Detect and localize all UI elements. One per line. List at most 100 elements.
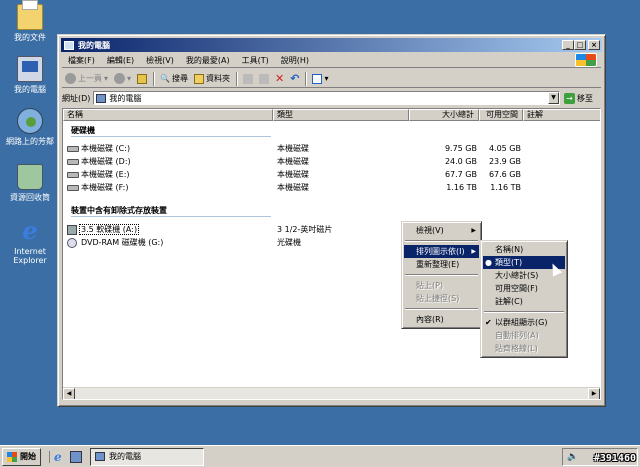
group-header-removable: 裝置中含有卸除式存放裝置: [71, 206, 167, 215]
desktop-icon-my-documents[interactable]: 我的文件: [0, 0, 60, 42]
item-free: 67.6 GB: [488, 170, 521, 179]
my-documents-icon: [17, 0, 43, 30]
context-menu-item-properties[interactable]: 內容(R): [404, 313, 479, 326]
folders-button[interactable]: 資料夾: [191, 73, 233, 84]
group-header-hard-disks: 硬碟機: [71, 126, 95, 135]
menu-separator: [405, 308, 478, 310]
menu-tools[interactable]: 工具(T): [236, 55, 275, 66]
maximize-button[interactable]: □: [574, 40, 586, 50]
menu-item-label: 排列圖示依(I): [416, 247, 465, 256]
chevron-down-icon: ▾: [104, 74, 109, 83]
menu-item-label: 貼上(P): [416, 281, 444, 290]
horizontal-scrollbar[interactable]: ◀ ▶: [63, 387, 600, 399]
submenu-item-auto-arrange[interactable]: 自動排列(A): [483, 329, 565, 342]
delete-button[interactable]: ✕: [272, 72, 287, 85]
toolbar: 上一頁 ▾ ▾ 🔍 搜尋 資料夾 ✕ ↶ ▾: [62, 70, 601, 88]
chevron-right-icon: ▶: [471, 248, 476, 255]
submenu-item-name[interactable]: 名稱(N): [483, 243, 565, 256]
item-type: 3 1/2-英吋磁片: [277, 225, 333, 234]
desktop-icon-recycle-bin[interactable]: 資源回收筒: [0, 164, 60, 202]
up-folder-icon: [137, 73, 148, 84]
minimize-button[interactable]: _: [562, 40, 574, 50]
toolbar-separator: [153, 71, 155, 86]
menu-item-label: 自動排列(A): [495, 331, 539, 340]
submenu-item-comment[interactable]: 註解(C): [483, 295, 565, 308]
desktop-icon-ie[interactable]: e Internet Explorer: [0, 218, 60, 266]
context-menu-item-refresh[interactable]: 重新整理(E): [404, 258, 479, 271]
forward-arrow-icon: [114, 73, 126, 84]
submenu-item-show-in-groups[interactable]: ✔ 以群組顯示(G): [483, 316, 565, 329]
menu-separator: [405, 274, 478, 276]
item-total: 24.0 GB: [444, 157, 477, 166]
menu-item-label: 內容(R): [416, 315, 444, 324]
column-header-total-size[interactable]: 大小總計: [409, 109, 479, 121]
menu-view[interactable]: 檢視(V): [140, 55, 180, 66]
column-header-type[interactable]: 類型: [273, 109, 409, 121]
close-button[interactable]: ×: [588, 40, 600, 50]
hard-disk-icon: [67, 146, 79, 152]
context-menu-item-view[interactable]: 檢視(V) ▶: [404, 224, 479, 237]
item-name: DVD-RAM 磁碟機 (G:): [81, 238, 164, 247]
forward-button[interactable]: ▾: [111, 73, 134, 84]
back-button[interactable]: 上一頁 ▾: [62, 73, 111, 84]
up-folder-button[interactable]: [134, 73, 150, 84]
address-input[interactable]: 我的電腦 ▼: [93, 91, 560, 105]
menu-item-label: 以群組顯示(G): [495, 318, 548, 327]
list-item[interactable]: 本機磁碟 (D:) 本機磁碟 24.0 GB 23.9 GB: [65, 156, 535, 168]
menu-edit[interactable]: 編輯(E): [101, 55, 140, 66]
start-button[interactable]: 開始: [2, 447, 41, 466]
desktop-icon-my-computer[interactable]: 我的電腦: [0, 56, 60, 94]
menu-favorites[interactable]: 我的最愛(A): [180, 55, 236, 66]
item-total: 1.16 TB: [446, 183, 477, 192]
internet-explorer-icon[interactable]: e: [54, 451, 66, 463]
toolbar-separator: [305, 71, 307, 86]
item-free: 4.05 GB: [488, 144, 521, 153]
submenu-item-align-to-grid[interactable]: 貼齊格線(L): [483, 342, 565, 355]
menu-separator: [484, 311, 564, 313]
go-button[interactable]: → 移至: [564, 92, 601, 104]
column-header-comment[interactable]: 註解: [523, 109, 600, 121]
item-total: 67.7 GB: [444, 170, 477, 179]
desktop-icon-network[interactable]: 網路上的芳鄰: [0, 108, 60, 146]
chevron-right-icon: ▶: [471, 227, 476, 234]
go-label: 移至: [577, 93, 593, 103]
menu-separator: [405, 240, 478, 242]
submenu-item-free-space[interactable]: 可用空間(F): [483, 282, 565, 295]
copy-to-icon: [259, 73, 269, 84]
column-header-free-space[interactable]: 可用空間: [479, 109, 523, 121]
menu-item-label: 名稱(N): [495, 245, 524, 254]
floppy-drive-icon: [67, 225, 77, 235]
hard-disk-icon: [67, 172, 79, 178]
scroll-right-button[interactable]: ▶: [588, 388, 600, 399]
copy-to-button[interactable]: [256, 73, 272, 84]
move-to-button[interactable]: [240, 73, 256, 84]
scroll-left-button[interactable]: ◀: [63, 388, 75, 399]
hard-disk-icon: [67, 159, 79, 165]
menu-help[interactable]: 說明(H): [275, 55, 315, 66]
column-header-name[interactable]: 名稱: [63, 109, 273, 121]
title-bar[interactable]: 我的電腦 _ □ ×: [61, 38, 602, 52]
menu-item-label: 類型(T): [495, 258, 523, 267]
hard-disk-icon: [67, 185, 79, 191]
list-item[interactable]: 本機磁碟 (E:) 本機磁碟 67.7 GB 67.6 GB: [65, 169, 535, 181]
item-free: 1.16 TB: [490, 183, 521, 192]
windows-logo-icon: [7, 451, 17, 462]
context-menu-item-arrange-icons[interactable]: 排列圖示依(I) ▶: [404, 245, 479, 258]
search-button[interactable]: 🔍 搜尋: [157, 73, 191, 84]
tray-volume-icon[interactable]: 🔈: [567, 452, 578, 462]
item-name: 本機磁碟 (E:): [81, 170, 130, 179]
context-menu-item-paste[interactable]: 貼上(P): [404, 279, 479, 292]
views-button[interactable]: ▾: [309, 73, 331, 84]
delete-icon: ✕: [275, 72, 285, 85]
list-item[interactable]: 本機磁碟 (C:) 本機磁碟 9.75 GB 4.05 GB: [65, 143, 535, 155]
menu-file[interactable]: 檔案(F): [62, 55, 101, 66]
desktop-icon-label: 網路上的芳鄰: [6, 137, 54, 146]
taskbar-button-my-computer[interactable]: 我的電腦: [90, 447, 204, 466]
list-item[interactable]: 本機磁碟 (F:) 本機磁碟 1.16 TB 1.16 TB: [65, 182, 535, 194]
item-name: 本機磁碟 (C:): [81, 144, 131, 153]
show-desktop-icon[interactable]: [70, 450, 82, 463]
views-icon: [312, 73, 323, 84]
context-menu-item-paste-shortcut[interactable]: 貼上捷徑(S): [404, 292, 479, 305]
address-dropdown-button[interactable]: ▼: [548, 92, 559, 104]
undo-button[interactable]: ↶: [287, 72, 302, 85]
